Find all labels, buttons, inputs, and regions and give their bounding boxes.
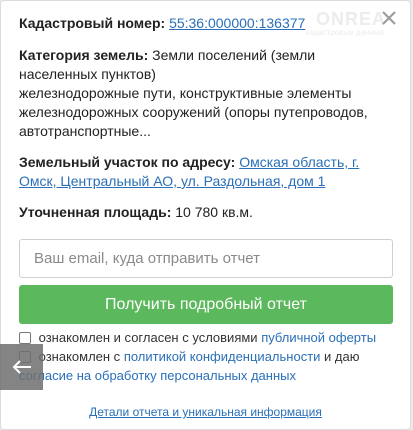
cadastral-number-link[interactable]: 55:36:000000:136377 bbox=[169, 15, 305, 31]
email-field[interactable] bbox=[19, 239, 393, 278]
category-row: Категория земель: Земли поселений (земли… bbox=[19, 46, 392, 141]
agree-privacy-row: ознакомлен с политикой конфиденциальност… bbox=[19, 347, 392, 385]
agree-privacy-text-before: ознакомлен с bbox=[38, 349, 121, 364]
public-offer-link[interactable]: публичной оферты bbox=[261, 330, 376, 345]
arrow-left-icon bbox=[12, 360, 31, 374]
address-label: Земельный участок по адресу: bbox=[19, 154, 236, 170]
address-row: Земельный участок по адресу: Омская обла… bbox=[19, 153, 392, 191]
agree-offer-row: ознакомлен и согласен с условиями публич… bbox=[19, 328, 392, 347]
personal-data-consent-link[interactable]: согласие на обработку персональных данны… bbox=[19, 368, 296, 383]
category-label: Категория земель: bbox=[19, 47, 149, 63]
privacy-policy-link[interactable]: политикой конфиденциальности bbox=[124, 349, 321, 364]
report-details-link[interactable]: Детали отчета и уникальная информация bbox=[1, 405, 410, 419]
category-description: железнодорожные пути, конструктивные эле… bbox=[19, 85, 368, 139]
area-value: 10 780 кв.м. bbox=[175, 204, 253, 220]
get-report-button[interactable]: Получить подробный отчет bbox=[19, 285, 393, 324]
agree-offer-checkbox[interactable] bbox=[19, 332, 31, 344]
cadastral-row: Кадастровый номер: 55:36:000000:136377 bbox=[19, 14, 392, 33]
back-button[interactable] bbox=[0, 344, 43, 390]
area-row: Уточненная площадь: 10 780 кв.м. bbox=[19, 203, 392, 222]
agree-offer-text: ознакомлен и согласен с условиями bbox=[38, 330, 258, 345]
agree-privacy-text-mid: и даю bbox=[324, 349, 360, 364]
cadastral-label: Кадастровый номер: bbox=[19, 15, 166, 31]
report-popup: ONREA кадастровые данные Кадастровый ном… bbox=[0, 0, 411, 430]
area-label: Уточненная площадь: bbox=[19, 204, 172, 220]
